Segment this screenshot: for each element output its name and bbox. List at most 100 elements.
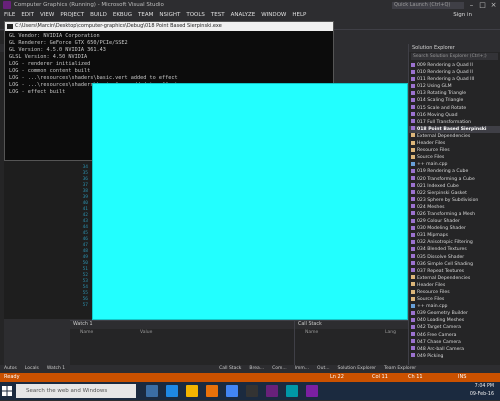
solution-tree-label: 009 Rendering a Quad II	[417, 63, 473, 68]
solution-tree-item[interactable]: 039 Geometry Builder	[409, 310, 500, 317]
solution-tree-item[interactable]: 034 Blended Textures	[409, 246, 500, 253]
app-icon[interactable]	[286, 385, 298, 397]
menu-file[interactable]: FILE	[4, 10, 15, 20]
solution-tree-label: 023 Sphere by Subdivision	[417, 197, 479, 203]
solution-tree-item[interactable]: 030 Modeling Shader	[409, 225, 500, 232]
solution-tree-item[interactable]: 018 Point Based Sierpinski	[409, 125, 500, 133]
watch-title: Watch 1	[70, 321, 294, 329]
tab-watch[interactable]: Watch 1	[47, 366, 65, 371]
edge-icon[interactable]	[166, 385, 178, 397]
solution-tree-item[interactable]: 048 Arc-ball Camera	[409, 346, 500, 353]
solution-tree-item[interactable]: 026 Transforming a Mesh	[409, 211, 500, 218]
project-icon	[411, 112, 415, 117]
solution-tree-item[interactable]: 022 Sierpinski Gasket	[409, 190, 500, 197]
solution-tree-label: 026 Transforming a Mesh	[417, 211, 476, 217]
solution-tree-item[interactable]: Source Files	[409, 154, 500, 161]
solution-tree-item[interactable]: 009 Rendering a Quad II	[409, 62, 500, 69]
solution-tree-item[interactable]: Source Files	[409, 296, 500, 303]
menu-nsight[interactable]: NSIGHT	[159, 10, 180, 20]
solution-tree-item[interactable]: Header Files	[409, 140, 500, 147]
solution-tree-item[interactable]: 032 Anisotropic Filtering	[409, 239, 500, 246]
tab-locals[interactable]: Locals	[25, 366, 39, 371]
status-ch: Ch 11	[408, 374, 423, 380]
close-button[interactable]: ×	[488, 0, 499, 10]
terminal-icon[interactable]	[246, 385, 258, 397]
solution-tree-item[interactable]: 035 Dissolve Shader	[409, 254, 500, 261]
project-icon	[411, 324, 415, 329]
visual-studio-icon[interactable]	[266, 385, 278, 397]
solution-tree-item[interactable]: 012 Using GLM	[409, 83, 500, 90]
solution-search-input[interactable]: Search Solution Explorer (Ctrl+;)	[411, 53, 498, 60]
solution-tree-item[interactable]: ++ main.cpp	[409, 303, 500, 310]
solution-tree-item[interactable]: 013 Rotating Triangle	[409, 90, 500, 97]
tab-team-explorer[interactable]: Team Explorer	[384, 366, 416, 371]
sign-in-link[interactable]: Sign in	[453, 10, 472, 20]
solution-tree-item[interactable]: 046 Free Camera	[409, 332, 500, 339]
task-view-icon[interactable]	[146, 385, 158, 397]
maximize-button[interactable]: □	[477, 0, 488, 10]
menu-test[interactable]: TEST	[211, 10, 225, 20]
tab-autos[interactable]: Autos	[4, 366, 17, 371]
taskbar-search-input[interactable]: Search the web and Windows	[16, 384, 136, 398]
menu-analyze[interactable]: ANALYZE	[231, 10, 256, 20]
solution-tree-item[interactable]: 024 Meshes	[409, 204, 500, 211]
project-icon	[411, 105, 415, 110]
solution-tree-item[interactable]: 015 Scale and Rotate	[409, 105, 500, 112]
quick-launch-input[interactable]: Quick Launch (Ctrl+Q)	[392, 2, 464, 9]
tab-output[interactable]: Out...	[317, 366, 329, 371]
tab-command[interactable]: Com...	[272, 366, 287, 371]
opengl-render-window[interactable]	[92, 83, 408, 320]
menu-edit[interactable]: EDIT	[21, 10, 34, 20]
solution-tree-item[interactable]: Resource Files	[409, 147, 500, 154]
solution-tree-item[interactable]: 019 Rendering a Cube	[409, 168, 500, 175]
status-col: Col 11	[372, 374, 388, 380]
menu-debug[interactable]: EKBUG	[113, 10, 132, 20]
solution-tree-item[interactable]: Resource Files	[409, 289, 500, 296]
menu-project[interactable]: PROJECT	[60, 10, 84, 20]
menu-team[interactable]: TEAM	[138, 10, 153, 20]
solution-tree-item[interactable]: 031 Mipmaps	[409, 232, 500, 239]
tab-solution-explorer[interactable]: Solution Explorer	[338, 366, 377, 371]
solution-tree-item[interactable]: 042 Target Camera	[409, 324, 500, 331]
solution-tree-label: 010 Rendering a Quad II	[417, 70, 473, 76]
project-icon	[411, 332, 415, 337]
solution-tree-item[interactable]: 010 Rendering a Quad II	[409, 69, 500, 76]
menu-tools[interactable]: TOOLS	[186, 10, 205, 20]
menu-view[interactable]: VIEW	[40, 10, 54, 20]
tab-breakpoints[interactable]: Brea...	[249, 366, 264, 371]
app-icon-2[interactable]	[306, 385, 318, 397]
solution-tree-item[interactable]: External Dependencies	[409, 133, 500, 140]
solution-tree-item[interactable]: 047 Chase Camera	[409, 339, 500, 346]
solution-tree-item[interactable]: 040 Loading Meshes	[409, 317, 500, 324]
tab-call-stack[interactable]: Call Stack	[219, 366, 241, 371]
menu-build[interactable]: BUILD	[90, 10, 107, 20]
solution-tree-item[interactable]: 036 Simple Cell Shading	[409, 261, 500, 268]
solution-tree-item[interactable]: 017 Full Transformation	[409, 119, 500, 126]
solution-tree-item[interactable]: 011 Rendering a Quad III	[409, 76, 500, 83]
solution-tree-item[interactable]: Header Files	[409, 282, 500, 289]
file-explorer-icon[interactable]	[186, 385, 198, 397]
menu-window[interactable]: WINDOW	[261, 10, 286, 20]
solution-tree-item[interactable]: 016 Moving Quad	[409, 112, 500, 119]
solution-tree-item[interactable]: ++ main.cpp	[409, 161, 500, 168]
callstack-col-name: Name	[305, 330, 319, 335]
project-icon	[411, 76, 415, 81]
chrome-icon[interactable]	[226, 385, 238, 397]
solution-tree-item[interactable]: 014 Scaling Triangle	[409, 97, 500, 104]
solution-tree-item[interactable]: 020 Transforming a Cube	[409, 176, 500, 183]
firefox-icon[interactable]	[206, 385, 218, 397]
solution-tree-item[interactable]: External Dependencies	[409, 275, 500, 282]
code-editor[interactable]: 34 35 36 37 38 39 40 41 42 43 44 45 46 47 48 49 50 51 52 53…	[4, 161, 92, 319]
solution-tree-label: 040 Loading Meshes	[417, 318, 465, 324]
watch-col-name: Name	[80, 330, 94, 335]
solution-tree-item[interactable]: 021 Indexed Cube	[409, 183, 500, 190]
solution-tree-item[interactable]: 029 Colour Shader	[409, 218, 500, 225]
windows-start-icon[interactable]	[2, 386, 12, 396]
console-icon	[7, 24, 13, 29]
menu-help[interactable]: HELP	[292, 10, 306, 20]
tab-immediate[interactable]: Imm...	[295, 366, 309, 371]
solution-tree-item[interactable]: 023 Sphere by Subdivision	[409, 197, 500, 204]
solution-tree-item[interactable]: 049 Picking	[409, 353, 500, 360]
minimize-button[interactable]: –	[466, 0, 477, 10]
solution-tree-item[interactable]: 037 Repeat Textures	[409, 268, 500, 275]
